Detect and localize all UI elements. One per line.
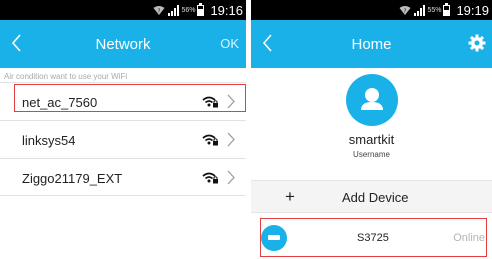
wifi-status-icon: ?	[153, 5, 165, 16]
settings-gear-icon[interactable]	[468, 34, 486, 52]
signal-icon	[413, 4, 426, 16]
clock: 19:16	[210, 2, 243, 18]
chevron-right-icon	[226, 170, 236, 185]
network-screen: ? 56% 19:16 Network OK Air condition wan…	[0, 0, 246, 259]
user-profile: smartkit Username	[251, 68, 492, 176]
plus-icon: +	[285, 187, 295, 206]
profile-name: smartkit	[348, 132, 395, 147]
top-nav-bar: Network OK	[0, 20, 246, 68]
wifi-lock-icon	[202, 171, 219, 184]
page-title: Home	[351, 35, 392, 53]
selected-network-highlight	[14, 84, 246, 112]
wifi-hint-text: Air condition want to use your WiFi	[4, 72, 128, 81]
chevron-right-icon	[226, 132, 236, 147]
battery-icon	[443, 2, 451, 16]
profile-subtitle: Username	[353, 150, 390, 159]
wifi-network-item[interactable]: linksys54	[0, 120, 246, 158]
wifi-network-name: Ziggo21179_EXT	[22, 171, 123, 186]
selected-device-highlight	[260, 218, 487, 257]
status-bar: ? 56% 19:16	[0, 0, 246, 20]
page-title: Network	[95, 35, 151, 53]
add-device-button[interactable]: + Add Device	[251, 180, 492, 213]
clock: 19:19	[456, 2, 489, 18]
battery-icon	[197, 2, 205, 16]
add-device-label: Add Device	[342, 190, 409, 205]
top-nav-bar: Home	[251, 20, 492, 68]
wifi-lock-icon	[202, 133, 219, 146]
battery-percent: 56%	[181, 6, 196, 14]
back-arrow-icon[interactable]	[10, 33, 24, 53]
signal-icon	[167, 4, 180, 16]
ok-button[interactable]: OK	[220, 36, 239, 51]
svg-text:?: ?	[158, 8, 161, 14]
back-arrow-icon[interactable]	[261, 33, 275, 53]
status-bar: ? 55% 19:19	[251, 0, 492, 20]
wifi-network-name: linksys54	[22, 133, 76, 148]
svg-text:?: ?	[404, 8, 407, 14]
user-avatar-icon[interactable]	[346, 74, 398, 126]
wifi-status-icon: ?	[399, 5, 411, 16]
wifi-network-item[interactable]: Ziggo21179_EXT	[0, 158, 246, 196]
battery-percent: 55%	[427, 6, 442, 14]
